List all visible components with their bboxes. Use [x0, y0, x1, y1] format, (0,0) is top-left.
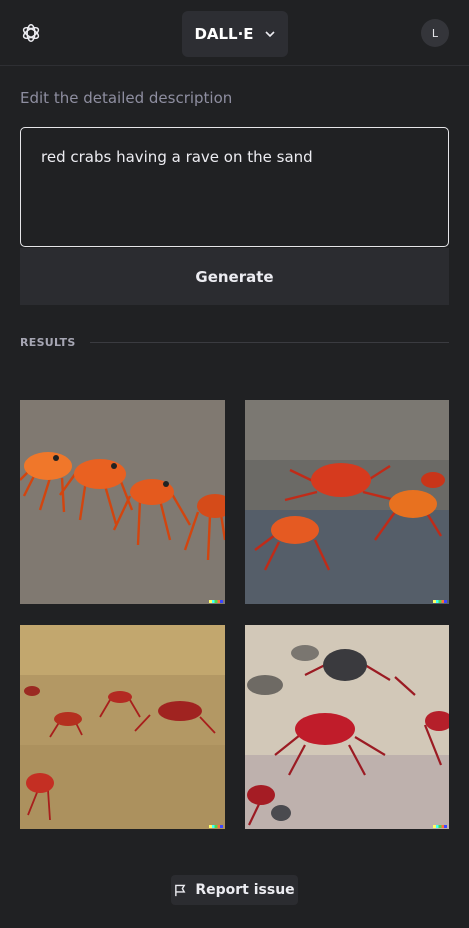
prompt-textarea[interactable]: red crabs having a rave on the sand	[20, 127, 449, 247]
flag-icon	[175, 884, 186, 896]
watermark	[433, 825, 447, 828]
watermark	[209, 600, 223, 603]
avatar-initial: L	[431, 26, 439, 40]
results-divider	[89, 341, 449, 343]
watermark	[209, 825, 223, 828]
report-issue-label: Report issue	[195, 882, 295, 898]
chevron-down-icon	[264, 31, 275, 38]
result-image-2[interactable]	[245, 400, 449, 604]
report-issue-button[interactable]: Report issue	[171, 875, 298, 905]
avatar[interactable]: L	[421, 19, 449, 47]
result-image-4[interactable]	[245, 625, 449, 829]
generate-label: Generate	[195, 267, 274, 286]
top-bar: DALL·E L	[0, 0, 469, 66]
prompt-text: red crabs having a rave on the sand	[41, 148, 313, 166]
openai-logo-icon[interactable]	[20, 22, 42, 44]
model-selector-button[interactable]: DALL·E	[182, 11, 288, 57]
result-image-3[interactable]	[20, 625, 225, 829]
results-header: RESULTS	[20, 335, 449, 349]
watermark	[433, 600, 447, 603]
results-label: RESULTS	[20, 335, 76, 349]
model-label: DALL·E	[194, 25, 254, 43]
result-image-1[interactable]	[20, 400, 225, 604]
generate-button[interactable]: Generate	[20, 248, 449, 305]
edit-description-label: Edit the detailed description	[20, 89, 233, 107]
